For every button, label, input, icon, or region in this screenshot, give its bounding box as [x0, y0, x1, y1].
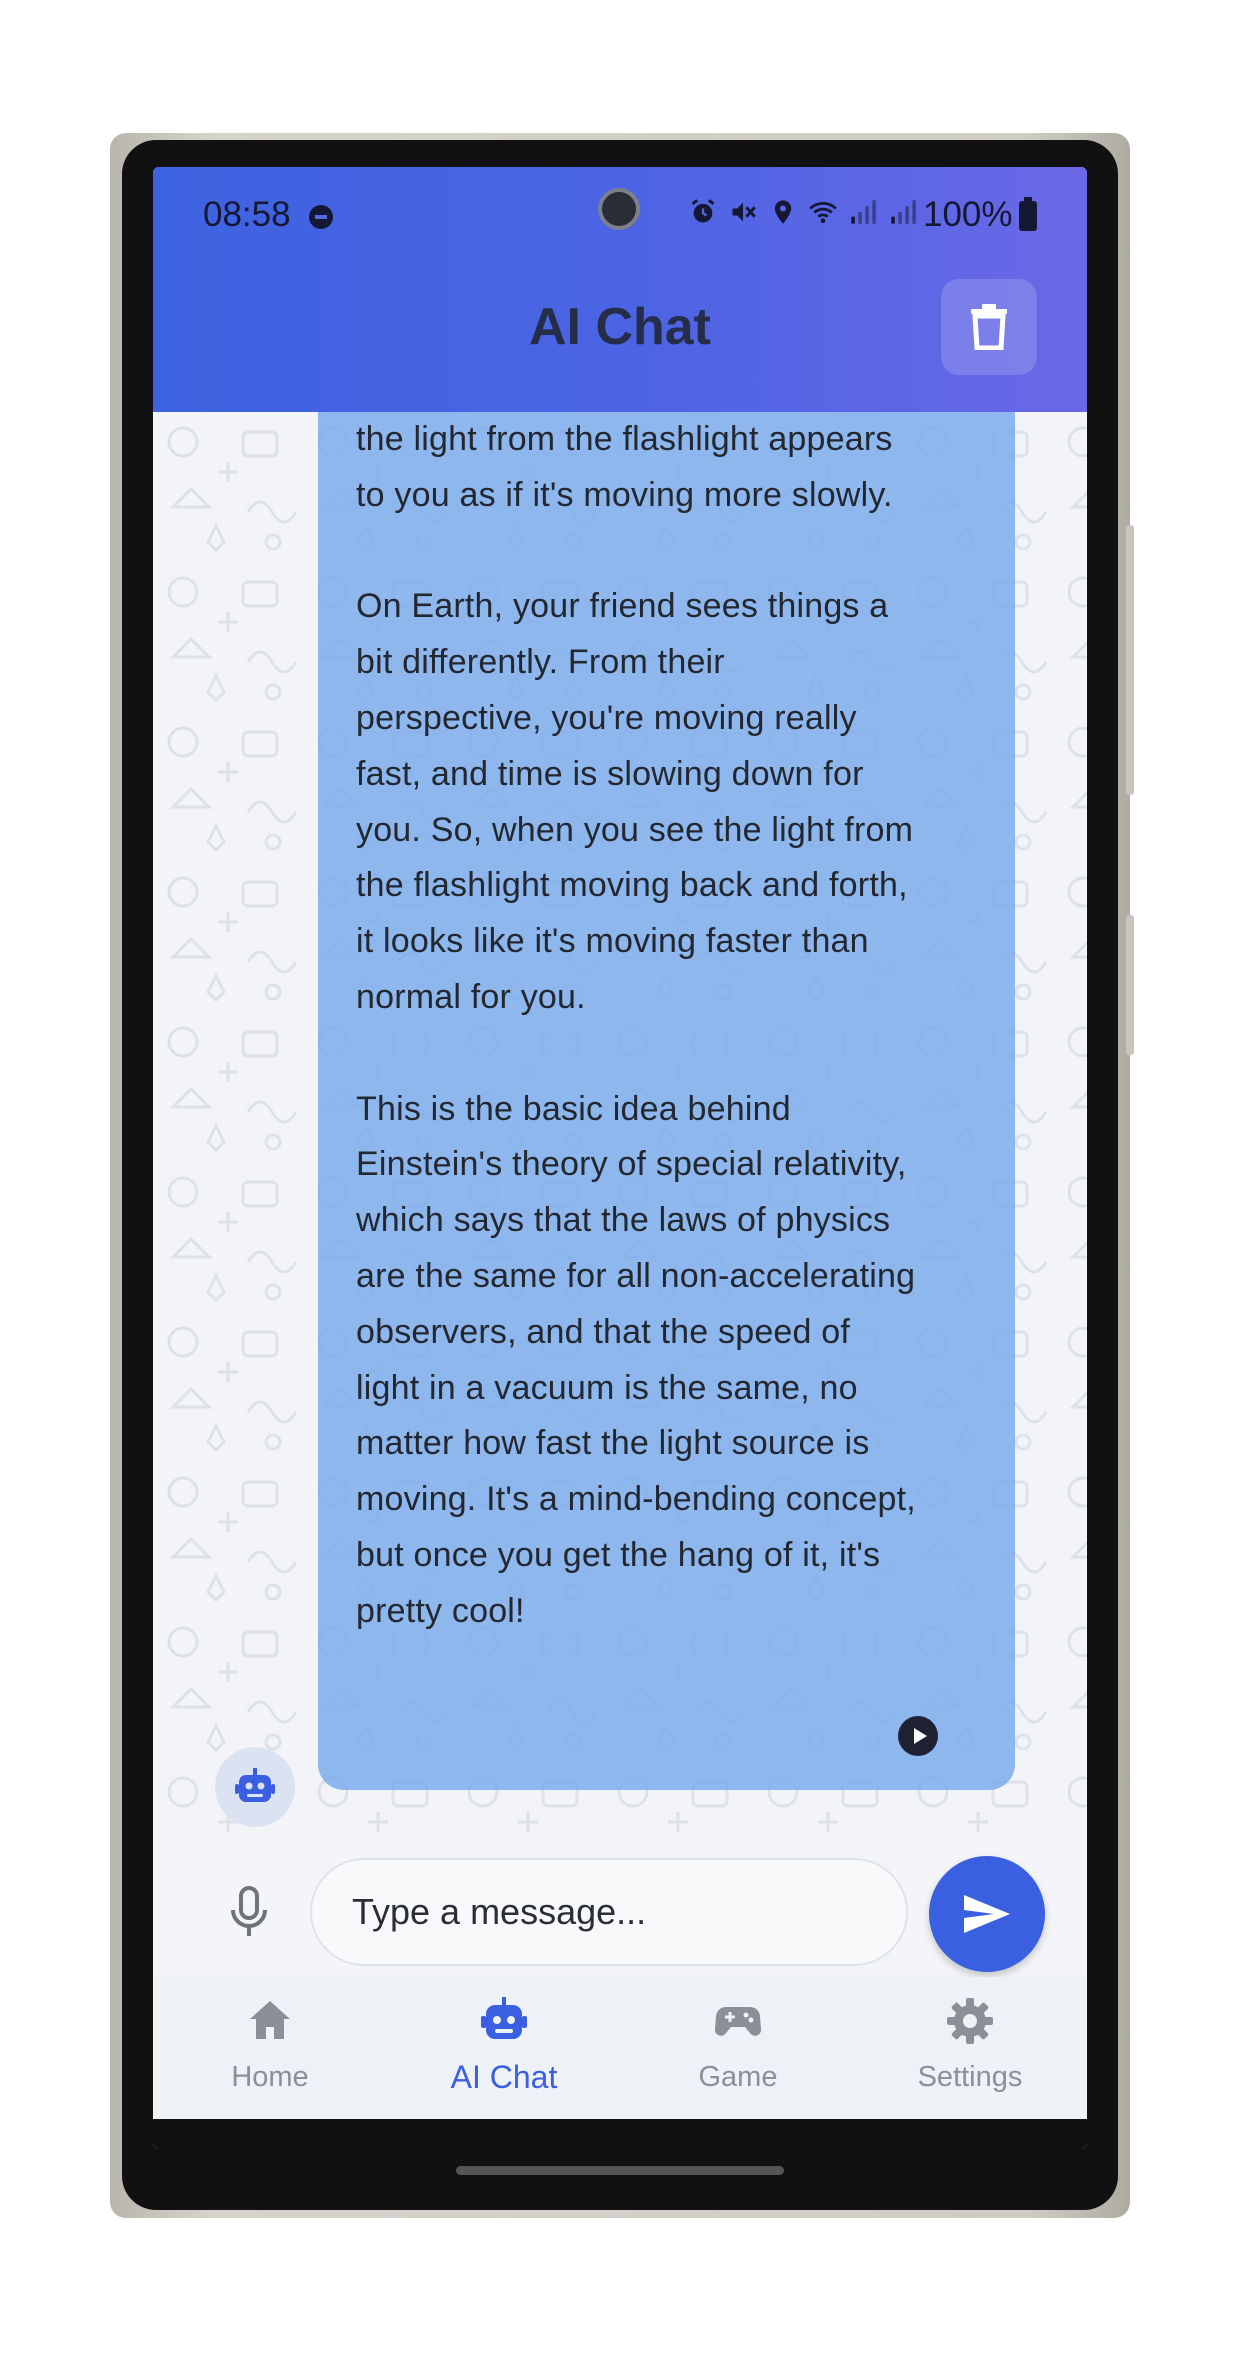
home-icon: [250, 2001, 290, 2039]
nav-label-settings: Settings: [917, 2061, 1023, 2093]
gesture-bar-area: [153, 2119, 1087, 2149]
mute-icon: [732, 202, 756, 222]
phone-screen: 08:58 100% AI Chat the light from the fl…: [153, 167, 1087, 2149]
bot-avatar: [215, 1747, 295, 1827]
robot-icon: [235, 1768, 275, 1802]
gear-icon: [947, 1998, 993, 2044]
play-audio-button[interactable]: [898, 1716, 938, 1756]
nav-label-ai-chat: AI Chat: [450, 2059, 558, 2095]
status-time: 08:58: [203, 195, 291, 234]
bot-message-bubble: the light from the flashlight appears to…: [318, 412, 1015, 1790]
trash-icon: [971, 304, 1007, 350]
volume-button: [1126, 525, 1134, 795]
send-icon: [964, 1895, 1010, 1933]
message-text: the light from the flashlight appears to…: [356, 420, 916, 1630]
alarm-icon: [691, 199, 715, 223]
front-camera: [598, 188, 640, 230]
chat-messages-area[interactable]: the light from the flashlight appears to…: [153, 412, 1087, 1832]
power-button: [1126, 915, 1134, 1055]
gamepad-icon: [714, 2007, 762, 2036]
signal-icon: [851, 200, 876, 224]
nav-item-home[interactable]: Home: [153, 1977, 387, 2119]
home-indicator[interactable]: [456, 2166, 784, 2175]
nav-label-home: Home: [231, 2061, 309, 2093]
message-input-bar: [153, 1832, 1087, 1977]
message-input[interactable]: [310, 1858, 908, 1966]
nav-item-ai-chat[interactable]: AI Chat: [387, 1977, 621, 2119]
battery-percent: 100%: [923, 195, 1013, 234]
app-header: 08:58 100% AI Chat: [153, 167, 1087, 412]
send-button[interactable]: [929, 1856, 1045, 1972]
signal-icon: [891, 200, 916, 224]
robot-icon: [481, 1997, 527, 2039]
status-icons: [689, 198, 917, 226]
bottom-navigation: Home AI Chat Game Settings: [153, 1977, 1087, 2119]
dnd-icon: [309, 205, 333, 229]
microphone-button[interactable]: [225, 1882, 273, 1942]
nav-item-game[interactable]: Game: [621, 1977, 855, 2119]
nav-item-settings[interactable]: Settings: [853, 1977, 1087, 2119]
battery-icon: [1019, 197, 1037, 231]
location-icon: [774, 200, 792, 224]
nav-label-game: Game: [698, 2061, 778, 2093]
clear-chat-button[interactable]: [941, 279, 1037, 375]
wifi-icon: [809, 201, 837, 224]
